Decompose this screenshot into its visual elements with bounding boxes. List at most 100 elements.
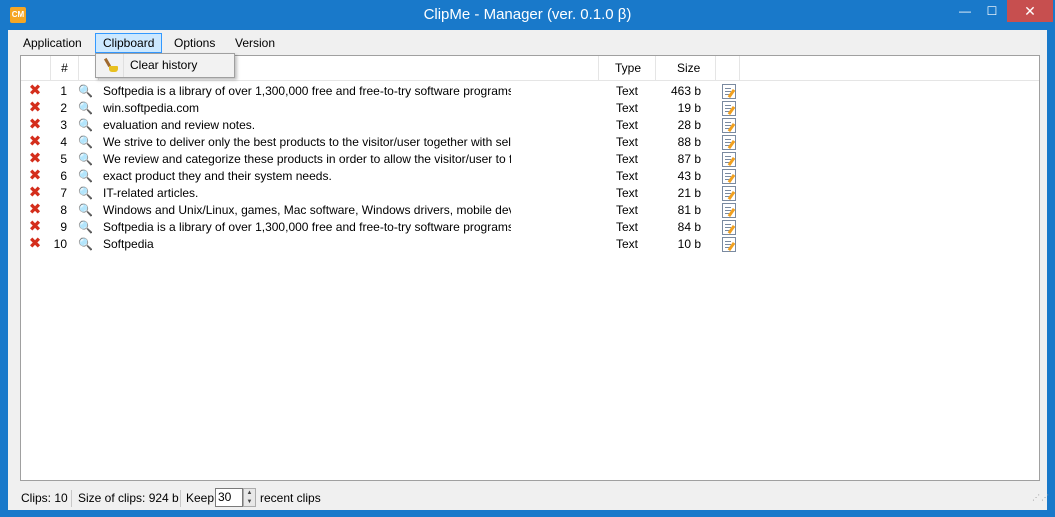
delete-icon[interactable]: ✖ [27, 202, 43, 219]
clip-type: Text [616, 169, 639, 183]
clip-content: IT-related articles. [103, 186, 199, 200]
clip-type: Text [616, 152, 639, 166]
menu-item-clear-history[interactable]: Clear history [98, 56, 232, 75]
table-row[interactable]: ✖ 8 🔍 Windows and Unix/Linux, games, Mac so… [21, 202, 1039, 219]
header-type[interactable]: Type [599, 56, 656, 81]
edit-icon[interactable] [722, 186, 736, 201]
status-separator [71, 490, 72, 507]
row-number: 2 [60, 101, 67, 115]
title-bar: CM ClipMe - Manager (ver. 0.1.0 β) — ☐ ✕ [0, 0, 1055, 30]
table-row[interactable]: ✖ 6 🔍 exact product they and their system n… [21, 168, 1039, 185]
table-row[interactable]: ✖ 5 🔍 We review and categorize these produc… [21, 151, 1039, 168]
clip-content: evaluation and review notes. [103, 118, 256, 132]
view-icon[interactable]: 🔍 [78, 236, 92, 253]
resize-grip-icon[interactable]: ⋰⋰ [1032, 494, 1049, 505]
table-row[interactable]: ✖ 2 🔍 win.softpedia.com Text 19 b [21, 100, 1039, 117]
table-row[interactable]: ✖ 9 🔍 Softpedia is a library of over 1,300,… [21, 219, 1039, 236]
header-size[interactable]: Size [656, 56, 716, 81]
clips-list[interactable]: # Type Size ✖ 1 🔍 Softpedia is a library of… [20, 55, 1040, 481]
clip-content: We review and categorize these products … [103, 152, 511, 166]
table-row[interactable]: ✖ 1 🔍 Softpedia is a library of over 1,300,… [21, 83, 1039, 100]
table-row[interactable]: ✖ 4 🔍 We strive to deliver only the best pr… [21, 134, 1039, 151]
delete-icon[interactable]: ✖ [27, 168, 43, 185]
edit-icon[interactable] [722, 237, 736, 252]
keep-count-spinner[interactable]: ▲ ▼ [243, 488, 256, 507]
clip-size: 19 b [677, 101, 701, 115]
clip-content: Softpedia is a library of over 1,300,000… [103, 220, 511, 234]
edit-icon[interactable] [722, 135, 736, 150]
clip-type: Text [616, 237, 639, 251]
clip-size: 21 b [677, 186, 701, 200]
header-num[interactable]: # [51, 56, 79, 81]
keep-label: Keep [186, 491, 215, 505]
maximize-button[interactable]: ☐ [977, 0, 1007, 22]
menu-application[interactable]: Application [16, 33, 89, 53]
clip-size: 87 b [677, 152, 701, 166]
delete-icon[interactable]: ✖ [27, 134, 43, 151]
menu-version[interactable]: Version [228, 33, 282, 53]
delete-icon[interactable]: ✖ [27, 83, 43, 100]
edit-icon[interactable] [722, 220, 736, 235]
minimize-button[interactable]: — [950, 0, 980, 22]
clip-size: 10 b [677, 237, 701, 251]
table-row[interactable]: ✖ 3 🔍 evaluation and review notes. Text 28 b [21, 117, 1039, 134]
delete-icon[interactable]: ✖ [27, 117, 43, 134]
delete-icon[interactable]: ✖ [27, 219, 43, 236]
status-separator [180, 490, 181, 507]
view-icon[interactable]: 🔍 [78, 151, 92, 168]
view-icon[interactable]: 🔍 [78, 134, 92, 151]
keep-count-input[interactable]: 30 [215, 488, 243, 507]
row-number: 3 [60, 118, 67, 132]
table-row[interactable]: ✖ 10 🔍 Softpedia Text 10 b [21, 236, 1039, 253]
clip-content: We strive to deliver only the best produ… [103, 135, 511, 149]
menu-options[interactable]: Options [167, 33, 222, 53]
row-number: 10 [53, 237, 67, 251]
clip-size: 81 b [677, 203, 701, 217]
clips-size: Size of clips: 924 b [78, 491, 179, 505]
clipboard-dropdown-menu: Clear history [95, 53, 235, 78]
edit-icon[interactable] [722, 169, 736, 184]
edit-icon[interactable] [722, 118, 736, 133]
view-icon[interactable]: 🔍 [78, 168, 92, 185]
delete-icon[interactable]: ✖ [27, 185, 43, 202]
edit-icon[interactable] [722, 203, 736, 218]
view-icon[interactable]: 🔍 [78, 117, 92, 134]
close-button[interactable]: ✕ [1007, 0, 1053, 22]
view-icon[interactable]: 🔍 [78, 185, 92, 202]
clip-size: 88 b [677, 135, 701, 149]
view-icon[interactable]: 🔍 [78, 219, 92, 236]
edit-icon[interactable] [722, 101, 736, 116]
row-number: 1 [60, 84, 67, 98]
table-row[interactable]: ✖ 7 🔍 IT-related articles. Text 21 b [21, 185, 1039, 202]
row-number: 8 [60, 203, 67, 217]
header-delete-col [21, 56, 51, 81]
view-icon[interactable]: 🔍 [78, 100, 92, 117]
clip-content: win.softpedia.com [103, 101, 200, 115]
window-title: ClipMe - Manager (ver. 0.1.0 β) [423, 6, 632, 23]
row-number: 9 [60, 220, 67, 234]
delete-icon[interactable]: ✖ [27, 236, 43, 253]
clip-content: exact product they and their system need… [103, 169, 332, 183]
clip-size: 28 b [677, 118, 701, 132]
clip-type: Text [616, 186, 639, 200]
menu-bar: Application Clipboard Options Version [8, 32, 1047, 54]
spin-down-button[interactable]: ▼ [244, 498, 255, 506]
view-icon[interactable]: 🔍 [78, 83, 92, 100]
spin-up-button[interactable]: ▲ [244, 489, 255, 497]
row-number: 5 [60, 152, 67, 166]
status-bar: Clips: 10 Size of clips: 924 b Keep 30 ▲… [8, 487, 1049, 510]
edit-icon[interactable] [722, 84, 736, 99]
clip-size: 84 b [677, 220, 701, 234]
clip-type: Text [616, 203, 639, 217]
row-number: 7 [60, 186, 67, 200]
clip-content: Windows and Unix/Linux, games, Mac softw… [103, 203, 511, 217]
delete-icon[interactable]: ✖ [27, 151, 43, 168]
clip-type: Text [616, 118, 639, 132]
clip-size: 463 b [670, 84, 701, 98]
edit-icon[interactable] [722, 152, 736, 167]
client-area: Application Clipboard Options Version # … [8, 30, 1049, 510]
row-number: 4 [60, 135, 67, 149]
view-icon[interactable]: 🔍 [78, 202, 92, 219]
delete-icon[interactable]: ✖ [27, 100, 43, 117]
menu-clipboard[interactable]: Clipboard [95, 33, 163, 53]
